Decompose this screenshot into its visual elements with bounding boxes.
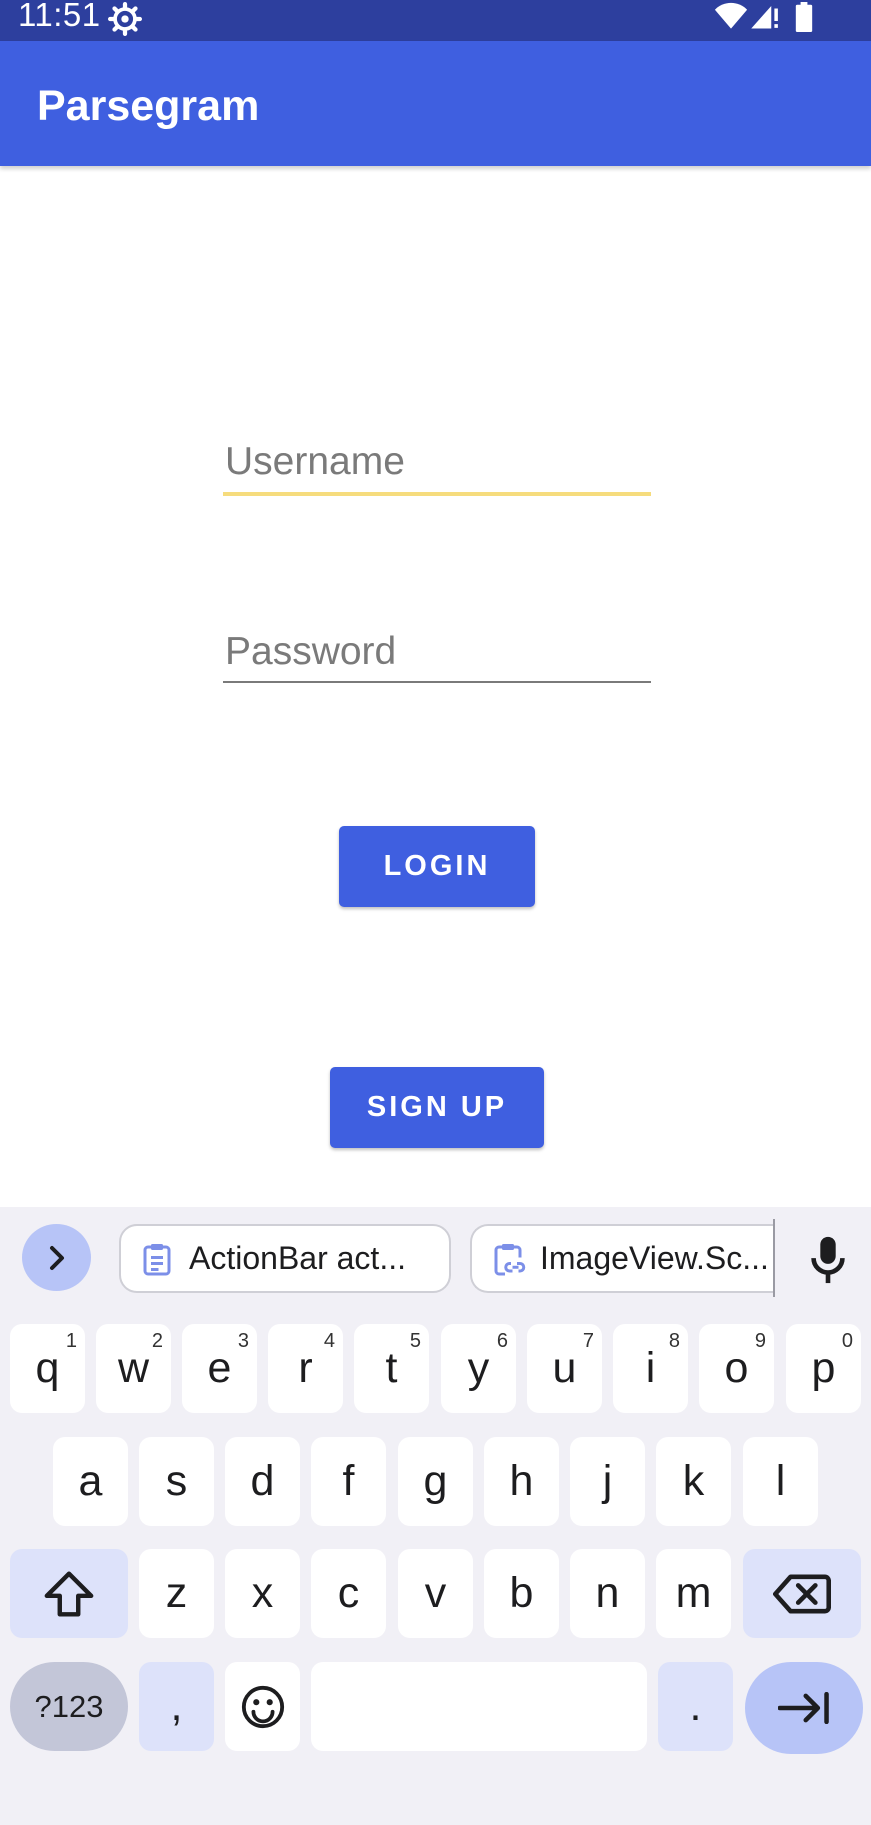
key-letter: i (645, 1344, 656, 1392)
key-d[interactable]: d (225, 1437, 300, 1526)
key-number-hint: 6 (496, 1330, 508, 1352)
login-button[interactable]: LOGIN (339, 826, 535, 907)
key-number-hint: 7 (582, 1330, 594, 1352)
app-bar: Parsegram (0, 41, 871, 166)
password-field[interactable] (223, 622, 651, 682)
signup-button[interactable]: SIGN UP (330, 1067, 544, 1148)
symbols-key[interactable]: ?123 (10, 1662, 128, 1751)
key-letter: p (811, 1344, 836, 1392)
key-t[interactable]: t5 (354, 1324, 429, 1413)
cellular-alert-icon (751, 6, 778, 29)
soft-keyboard: ActionBar act... ImageView.Sc... q1 w2 e… (0, 1207, 871, 1825)
key-p[interactable]: p0 (786, 1324, 861, 1413)
key-r[interactable]: r4 (268, 1324, 343, 1413)
key-u[interactable]: u7 (527, 1324, 602, 1413)
key-letter: r (298, 1344, 313, 1392)
key-letter: u (552, 1344, 577, 1392)
key-h[interactable]: h (484, 1437, 559, 1526)
suggestion-text: ActionBar act... (189, 1240, 406, 1276)
key-b[interactable]: b (484, 1549, 559, 1638)
password-underline (223, 681, 651, 683)
username-input[interactable] (223, 432, 651, 492)
key-letter: y (467, 1344, 490, 1392)
key-a[interactable]: a (53, 1437, 128, 1526)
key-n[interactable]: n (570, 1549, 645, 1638)
tab-arrow-icon (778, 1692, 829, 1724)
key-o[interactable]: o9 (699, 1324, 774, 1413)
key-g[interactable]: g (398, 1437, 473, 1526)
key-w[interactable]: w2 (96, 1324, 171, 1413)
key-j[interactable]: j (570, 1437, 645, 1526)
settings-gear-icon (108, 2, 142, 36)
backspace-key[interactable] (743, 1549, 861, 1638)
emoji-icon (241, 1685, 284, 1728)
comma-key[interactable]: , (139, 1662, 214, 1751)
key-v[interactable]: v (398, 1549, 473, 1638)
expand-toolbar-button[interactable] (22, 1224, 91, 1291)
wifi-icon (714, 2, 748, 29)
clipboard-suggestion-2[interactable]: ImageView.Sc... (470, 1224, 775, 1293)
username-underline (223, 492, 651, 496)
battery-icon (795, 2, 813, 32)
status-bar: 11:51 (0, 0, 871, 41)
key-letter: q (35, 1344, 60, 1392)
app-title: Parsegram (37, 82, 260, 130)
key-letter: e (207, 1344, 232, 1392)
key-c[interactable]: c (311, 1549, 386, 1638)
key-m[interactable]: m (656, 1549, 731, 1638)
clipboard-suggestion-1[interactable]: ActionBar act... (119, 1224, 451, 1293)
emoji-key[interactable] (225, 1662, 300, 1751)
key-q[interactable]: q1 (10, 1324, 85, 1413)
key-number-hint: 3 (237, 1330, 249, 1352)
microphone-icon[interactable] (808, 1235, 848, 1285)
key-number-hint: 2 (151, 1330, 163, 1352)
key-y[interactable]: y6 (441, 1324, 516, 1413)
username-field[interactable] (223, 432, 651, 492)
key-number-hint: 0 (841, 1330, 853, 1352)
key-letter: w (117, 1344, 150, 1392)
key-l[interactable]: l (743, 1437, 818, 1526)
shift-icon (44, 1570, 94, 1617)
suggestion-text: ImageView.Sc... (540, 1240, 769, 1276)
key-k[interactable]: k (656, 1437, 731, 1526)
status-time: 11:51 (18, 0, 101, 33)
key-number-hint: 5 (409, 1330, 421, 1352)
key-i[interactable]: i8 (613, 1324, 688, 1413)
key-s[interactable]: s (139, 1437, 214, 1526)
key-letter: t (385, 1344, 398, 1392)
key-f[interactable]: f (311, 1437, 386, 1526)
password-input[interactable] (223, 622, 651, 682)
space-key[interactable] (311, 1662, 647, 1751)
period-key[interactable]: . (658, 1662, 733, 1751)
backspace-icon (773, 1574, 831, 1613)
key-x[interactable]: x (225, 1549, 300, 1638)
key-number-hint: 9 (754, 1330, 766, 1352)
key-letter: o (724, 1344, 749, 1392)
key-e[interactable]: e3 (182, 1324, 257, 1413)
clipboard-icon (143, 1243, 171, 1275)
suggestion-strip: ActionBar act... ImageView.Sc... (0, 1207, 871, 1307)
key-number-hint: 4 (323, 1330, 335, 1352)
key-number-hint: 1 (65, 1330, 77, 1352)
clipboard-link-icon (494, 1243, 526, 1275)
chevron-right-icon (49, 1245, 64, 1270)
suggestion-divider (773, 1219, 775, 1297)
key-z[interactable]: z (139, 1549, 214, 1638)
key-number-hint: 8 (668, 1330, 680, 1352)
next-field-key[interactable] (745, 1662, 863, 1754)
shift-key[interactable] (10, 1549, 128, 1638)
